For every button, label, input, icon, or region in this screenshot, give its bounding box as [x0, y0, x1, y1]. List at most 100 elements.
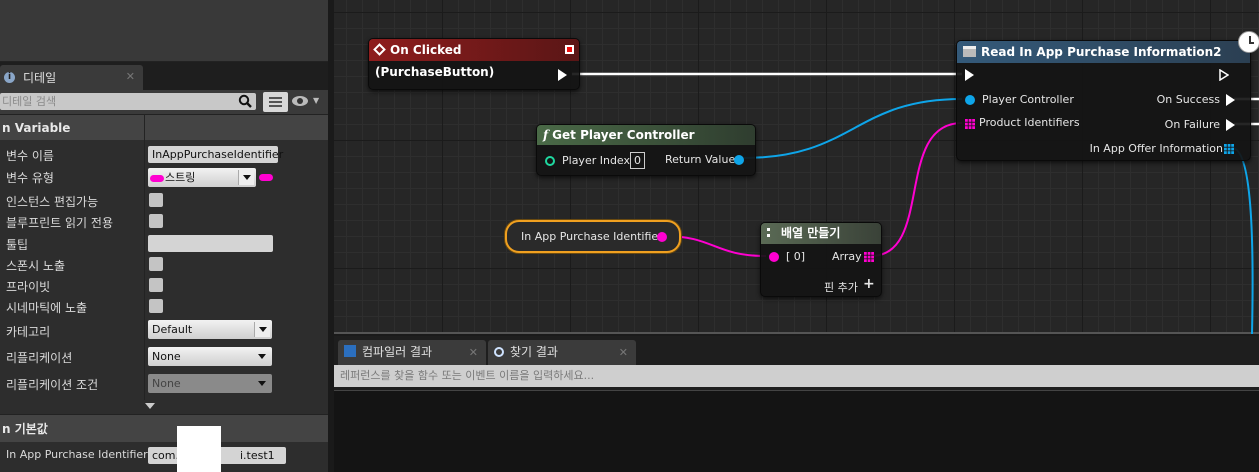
- on-failure-pin[interactable]: [1226, 119, 1235, 131]
- array-pin-icon[interactable]: [1224, 144, 1234, 154]
- prop-row-blueprint-readonly: 블루프린트 읽기 전용: [0, 211, 328, 232]
- player-index-field[interactable]: 0: [630, 152, 645, 169]
- make-array-node-title: 배열 만들기: [781, 226, 841, 240]
- replication-condition-value: None: [152, 377, 181, 390]
- player-index-pin[interactable]: [545, 156, 555, 166]
- prop-label: 카테고리: [6, 325, 51, 339]
- exec-outline-icon: [1219, 69, 1229, 81]
- private-checkbox[interactable]: [149, 278, 163, 292]
- details-panel-top-area: [0, 0, 328, 62]
- category-dropdown[interactable]: Default: [148, 320, 272, 339]
- list-view-button[interactable]: [263, 92, 288, 112]
- variable-type-dropdown[interactable]: 스트링: [148, 168, 256, 187]
- player-controller-pin[interactable]: [965, 95, 975, 105]
- category-value: Default: [152, 323, 193, 336]
- eye-icon[interactable]: [292, 96, 308, 106]
- make-array-node[interactable]: 배열 만들기 [ 0] Array 핀 추가 +: [760, 222, 882, 297]
- chevron-down-icon: [254, 376, 270, 391]
- prop-label: 툴팁: [6, 238, 29, 252]
- close-icon[interactable]: ✕: [619, 340, 628, 365]
- prop-row-expose-on-spawn: 스폰시 노출: [0, 254, 328, 275]
- product-identifiers-label: Product Identifiers: [979, 116, 1080, 129]
- chevron-down-icon: [238, 170, 254, 185]
- close-icon[interactable]: ✕: [469, 340, 478, 365]
- get-pc-node-header: f Get Player Controller: [537, 125, 755, 145]
- read-iap-node-title: Read In App Purchase Information2: [981, 45, 1222, 59]
- delegate-square-icon: [565, 45, 574, 54]
- on-clicked-event-node[interactable]: On Clicked (PurchaseButton): [368, 38, 580, 90]
- on-success-label: On Success: [1156, 93, 1220, 106]
- event-diamond-icon: [373, 43, 386, 56]
- on-success-pin[interactable]: [1226, 94, 1235, 106]
- return-value-label: Return Value: [665, 153, 736, 166]
- default-value-section-header[interactable]: n 기본값: [0, 414, 328, 442]
- prop-row-private: 프라이빗: [0, 275, 328, 296]
- offer-info-wire: [1231, 147, 1254, 334]
- return-value-pin[interactable]: [734, 155, 744, 165]
- iap-identifier-variable-label: In App Purchase Identifier: [521, 230, 663, 243]
- prop-label: 리플리케이션: [6, 351, 73, 365]
- search-icon[interactable]: [238, 94, 252, 108]
- array-element-0-pin[interactable]: [769, 252, 779, 262]
- expose-to-cinematics-checkbox[interactable]: [149, 299, 163, 313]
- variable-section-header[interactable]: n Variable: [0, 114, 328, 140]
- blueprint-readonly-checkbox[interactable]: [149, 214, 163, 228]
- prop-label: 시네마틱에 노출: [6, 301, 88, 315]
- tab-find-results-label: 찾기 결과: [510, 345, 558, 359]
- on-clicked-node-header: On Clicked (PurchaseButton): [369, 39, 579, 79]
- iap-identifier-variable-node[interactable]: In App Purchase Identifier: [505, 220, 681, 253]
- exec-in-pin[interactable]: [965, 69, 974, 81]
- prop-label: 변수 이름: [6, 149, 54, 163]
- find-search-input[interactable]: 레퍼런스를 찾을 함수 또는 이벤트 이름을 입력하세요...: [334, 365, 1259, 387]
- player-index-label: Player Index: [562, 154, 631, 167]
- add-pin-label[interactable]: 핀 추가: [824, 279, 858, 295]
- array-pin-icon[interactable]: [864, 252, 874, 262]
- prop-row-default-value: In App Purchase Identifier com. i.test1: [0, 444, 328, 468]
- blueprint-graph[interactable]: On Clicked (PurchaseButton) Read In App …: [334, 0, 1259, 334]
- latent-node-icon: [963, 46, 976, 57]
- prop-label: In App Purchase Identifier: [6, 448, 148, 461]
- exec-then-pin[interactable]: [1219, 69, 1229, 81]
- prop-row-variable-name: 변수 이름 InAppPurchaseIdentifier: [0, 144, 328, 165]
- details-search-input[interactable]: 디테일 검색: [0, 93, 256, 110]
- get-pc-node-title: Get Player Controller: [552, 128, 695, 142]
- tab-details[interactable]: i 디테일 ✕: [0, 65, 143, 90]
- chevron-down-icon[interactable]: ▼: [313, 96, 319, 105]
- get-player-controller-node[interactable]: f Get Player Controller Player Index 0 Re…: [536, 124, 756, 176]
- make-array-icon: [767, 228, 777, 237]
- read-iap-info-node[interactable]: Read In App Purchase Information2 Player…: [956, 31, 1259, 161]
- info-icon: i: [4, 72, 15, 83]
- details-search-row: 디테일 검색 ▼: [0, 90, 328, 114]
- string-type-pill-icon: [259, 174, 273, 181]
- instance-editable-checkbox[interactable]: [149, 193, 163, 207]
- advanced-expander[interactable]: [0, 400, 328, 412]
- object-wire: [742, 98, 963, 159]
- close-icon[interactable]: ✕: [126, 70, 135, 83]
- tooltip-field[interactable]: [148, 235, 273, 252]
- replication-dropdown[interactable]: None: [148, 347, 272, 366]
- prop-label: 프라이빗: [6, 280, 51, 294]
- variable-name-field[interactable]: InAppPurchaseIdentifier: [148, 146, 283, 163]
- prop-label: 변수 유형: [6, 171, 54, 185]
- array-wire: [870, 122, 963, 257]
- tab-compiler-results[interactable]: 컴파일러 결과 ✕: [338, 340, 486, 365]
- clock-icon: [1238, 31, 1259, 53]
- tab-details-label: 디테일: [23, 71, 57, 85]
- details-search-placeholder: 디테일 검색: [2, 95, 57, 108]
- prop-label: 인스턴스 편집가능: [6, 195, 99, 209]
- string-type-icon: [150, 174, 164, 182]
- details-tab-bar: i 디테일 ✕: [0, 62, 328, 90]
- exec-out-pin[interactable]: [558, 69, 567, 81]
- on-failure-label: On Failure: [1164, 118, 1220, 131]
- replication-condition-dropdown[interactable]: None: [148, 374, 272, 393]
- array-element-0-label: [ 0]: [786, 250, 806, 263]
- array-pin-icon[interactable]: [965, 119, 975, 129]
- tab-find-results[interactable]: 찾기 결과 ✕: [488, 340, 636, 365]
- plus-icon[interactable]: +: [863, 276, 875, 292]
- bottom-panel: 컴파일러 결과 ✕ 찾기 결과 ✕ 레퍼런스를 찾을 함수 또는 이벤트 이름을 입…: [334, 336, 1259, 472]
- string-out-pin[interactable]: [657, 232, 667, 242]
- find-results-area: [334, 390, 1259, 472]
- function-icon: f: [543, 128, 549, 142]
- expose-on-spawn-checkbox[interactable]: [149, 257, 163, 271]
- prop-row-variable-type: 변수 유형 스트링: [0, 166, 328, 187]
